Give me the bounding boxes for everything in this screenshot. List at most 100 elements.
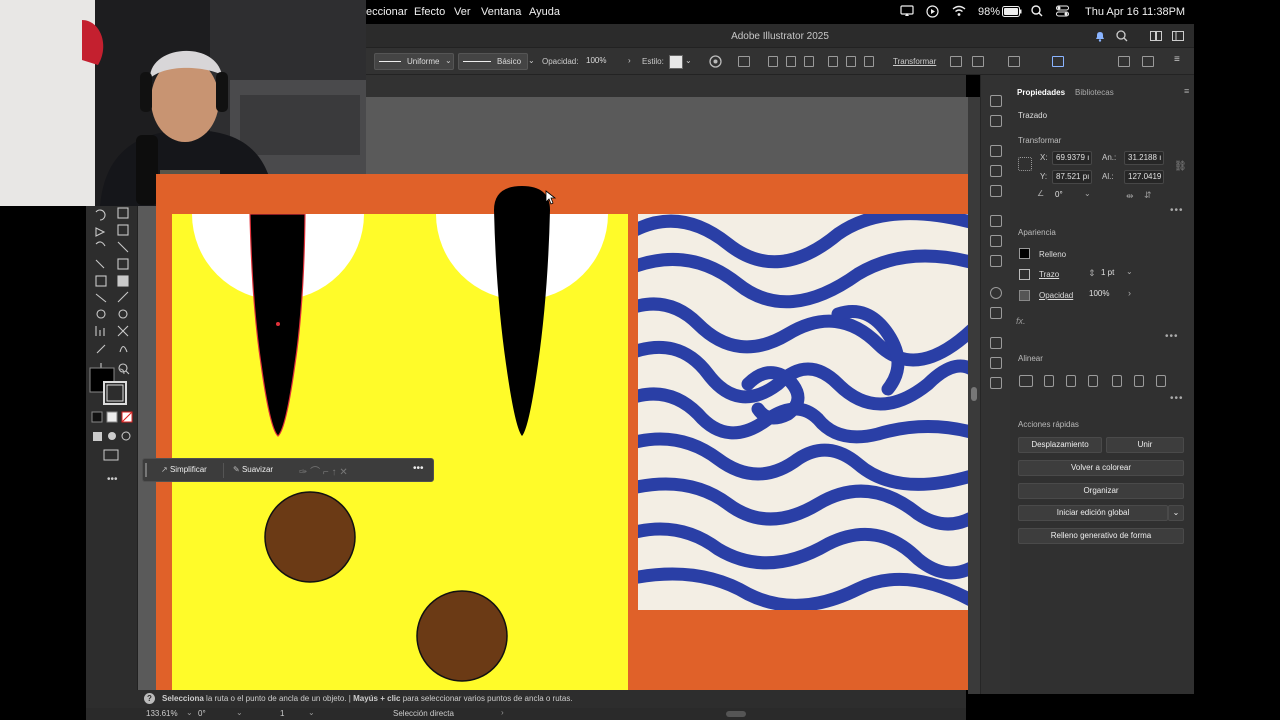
organize-button[interactable]: Organizar [1018,483,1184,499]
reference-point-icon[interactable] [1018,157,1032,171]
symbols-panel-icon[interactable] [990,185,1002,197]
flip-horizontal-icon[interactable]: ⇹ [1126,191,1134,202]
chevron-down-icon[interactable]: ⌄ [236,708,243,717]
align-center-h-icon[interactable] [786,56,796,67]
align-left-icon[interactable] [768,56,778,67]
style-swatch[interactable] [669,55,683,69]
stroke-swatch[interactable] [1019,269,1030,280]
chevron-down-icon[interactable]: ⌄ [528,56,535,65]
gradient-panel-icon[interactable] [990,235,1002,247]
notification-bell-icon[interactable] [1094,30,1106,44]
align-top-icon[interactable] [1112,375,1122,387]
stroke-panel-icon[interactable] [990,215,1002,227]
export-panel-icon[interactable] [990,357,1002,369]
drag-handle[interactable] [145,463,147,477]
menu-window[interactable]: Ventana [481,6,521,18]
stroke-weight-field[interactable]: 1 pt [1098,267,1128,281]
wifi-icon[interactable] [952,5,966,20]
rotation-field[interactable]: 0° [198,709,206,718]
simplify-button[interactable]: ↗ Simplificar [157,462,211,478]
control-center-icon[interactable] [1056,5,1069,20]
tab-properties[interactable]: Propiedades [1017,88,1065,97]
transform-link[interactable]: Transformar [893,57,936,66]
align-middle-v-icon[interactable] [1134,375,1144,387]
stroke-profile-dropdown[interactable]: Uniforme [374,53,454,70]
global-edit-button[interactable]: Iniciar edición global [1018,505,1168,521]
isolate-icon[interactable] [950,56,962,67]
chevron-down-icon[interactable]: ⌄ [1084,189,1091,198]
chevron-right-icon[interactable]: › [501,708,504,717]
chevron-right-icon[interactable]: › [1128,288,1131,298]
layers-panel-icon[interactable] [990,337,1002,349]
fx-effects-button[interactable]: fx. [1016,316,1026,326]
constrain-proportions-icon[interactable]: ⛓ [1174,161,1187,172]
chevron-down-icon[interactable]: ⌄ [1126,267,1133,276]
black-teardrop-2[interactable] [490,184,554,440]
opacity-label[interactable]: Opacidad [1039,291,1073,300]
clock[interactable]: Thu Apr 16 11:38PM [1085,6,1185,18]
align-right-icon[interactable] [1088,375,1098,387]
arrange-documents-icon[interactable] [1150,31,1162,43]
stepper-icon[interactable]: ⇕ [1088,268,1096,279]
align-left-icon[interactable] [1044,375,1054,387]
brushes-panel-icon[interactable] [990,165,1002,177]
chevron-down-icon[interactable]: ⌄ [445,56,452,65]
chevron-down-icon[interactable]: ⌄ [308,708,315,717]
more-align-options[interactable]: ••• [1170,393,1184,404]
swatches-panel-icon[interactable] [990,145,1002,157]
opacity-field[interactable]: 100% [1086,288,1124,302]
spotlight-search-icon[interactable] [1031,5,1043,20]
arrange-icon[interactable] [738,56,750,67]
search-icon[interactable] [1116,30,1128,44]
x-field[interactable]: 69.9379 ı [1052,151,1092,165]
chevron-right-icon[interactable]: › [628,56,631,65]
flip-vertical-icon[interactable]: ⇵ [1144,190,1152,201]
share-icon[interactable] [1052,56,1064,67]
chevron-down-icon[interactable]: ⌄ [186,708,193,717]
smooth-button[interactable]: ✎ Suavizar [229,462,277,478]
scroll-thumb[interactable] [971,387,977,401]
tab-libraries[interactable]: Bibliotecas [1075,88,1114,97]
unite-button[interactable]: Unir [1106,437,1184,453]
brush-tool-icon[interactable] [1008,56,1020,67]
brown-circle-1[interactable] [264,491,356,583]
zebra-pattern-image[interactable] [638,214,968,610]
chevron-down-icon[interactable]: ⌄ [685,56,692,65]
horizontal-scroll-thumb[interactable] [726,711,746,717]
menu-select[interactable]: eccionar [366,6,408,18]
global-edit-options-button[interactable]: ⌄ [1168,505,1184,521]
more-appearance-options[interactable]: ••• [1165,331,1179,342]
stroke-label[interactable]: Trazo [1039,270,1059,279]
battery-icon[interactable] [1002,6,1022,20]
artboard-number[interactable]: 1 [280,709,284,718]
align-bottom-icon[interactable] [864,56,874,67]
yellow-panel[interactable] [172,214,628,690]
width-field[interactable]: 31.2188 ı [1124,151,1164,165]
anchor-point[interactable] [276,322,280,326]
align-bottom-icon[interactable] [1156,375,1166,387]
more-transform-options[interactable]: ••• [1170,205,1184,216]
graphic-styles-panel-icon[interactable] [990,307,1002,319]
panel-menu-icon[interactable]: ≡ [1174,54,1180,65]
recolor-icon[interactable] [709,55,722,70]
pathfinder-icon[interactable] [972,56,984,67]
vertical-scrollbar[interactable] [968,97,980,694]
brush-dropdown[interactable]: Básico [458,53,528,70]
fill-swatch[interactable] [1019,248,1030,259]
menu-help[interactable]: Ayuda [529,6,560,18]
opacity-field[interactable]: 100% [582,53,628,70]
toggle-panel-icon[interactable] [1142,56,1154,67]
height-field[interactable]: 127.0419 [1124,170,1164,184]
appearance-panel-icon[interactable] [990,287,1002,299]
properties-panel-icon[interactable] [990,95,1002,107]
panel-menu-icon[interactable]: ≡ [1184,86,1189,96]
menu-view[interactable]: Ver [454,6,471,18]
generative-shape-fill-button[interactable]: Relleno generativo de forma [1018,528,1184,544]
align-top-icon[interactable] [828,56,838,67]
recolor-button[interactable]: Volver a colorear [1018,460,1184,476]
align-right-icon[interactable] [804,56,814,67]
y-field[interactable]: 87.521 pı [1052,170,1092,184]
align-to-icon[interactable] [1019,375,1033,387]
play-icon[interactable] [926,5,939,21]
libraries-panel-icon[interactable] [990,115,1002,127]
